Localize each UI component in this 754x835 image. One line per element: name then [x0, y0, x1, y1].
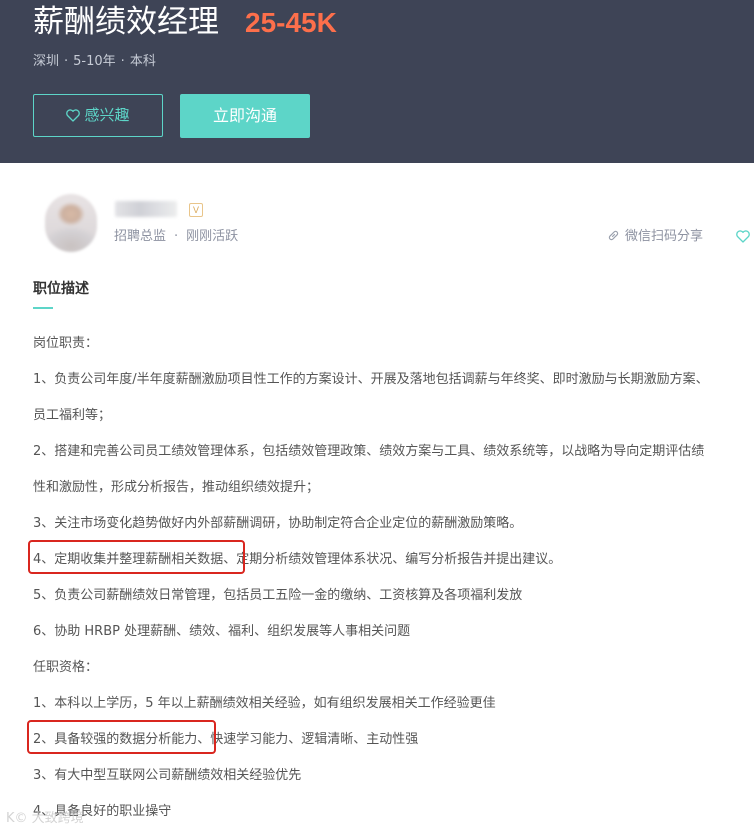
- description-line: 任职资格：: [33, 660, 99, 675]
- highlight-box-data-collection: [28, 540, 245, 574]
- watermark: K© 大致跨境: [6, 811, 84, 826]
- meta-dot: ·: [120, 54, 125, 69]
- share-label: 微信扫码分享: [625, 229, 704, 244]
- highlight-box-data-analysis: [27, 720, 216, 754]
- section-underline: [33, 307, 53, 309]
- avatar[interactable]: [45, 194, 97, 252]
- favorite-heart-icon[interactable]: [736, 230, 750, 243]
- job-experience: 5-10年: [73, 54, 116, 69]
- job-description: 岗位职责： 1、负责公司年度/半年度薪酬激励项目性工作的方案设计、开展及落地包括…: [33, 326, 754, 830]
- description-line: 2、搭建和完善公司员工绩效管理体系，包括绩效管理政策、绩效方案与工具、绩效系统等…: [33, 444, 705, 459]
- salary: 25-45K: [245, 7, 337, 38]
- recruiter-title: 招聘总监: [114, 229, 167, 244]
- description-line: 5、负责公司薪酬绩效日常管理，包括员工五险一金的缴纳、工资核算及各项福利发放: [33, 588, 523, 603]
- verified-badge: V: [189, 203, 203, 217]
- link-icon: [608, 230, 619, 241]
- description-line: 1、本科以上学历，5 年以上薪酬绩效相关经验，如有组织发展相关工作经验更佳: [33, 696, 496, 711]
- recruiter-status: 刚刚活跃: [186, 229, 239, 244]
- wechat-share-link[interactable]: 微信扫码分享: [607, 228, 703, 246]
- recruiter-info: 招聘总监 · 刚刚活跃: [114, 228, 238, 246]
- chat-button[interactable]: 立即沟通: [180, 94, 310, 138]
- interest-button-label: 感兴趣: [84, 106, 130, 124]
- description-line: 员工福利等；: [33, 408, 112, 423]
- description-line: 4、具备良好的职业操守: [33, 804, 172, 819]
- description-line: 性和激励性，形成分析报告，推动组织绩效提升；: [33, 480, 320, 495]
- recruiter-name-blurred: [115, 201, 177, 217]
- info-separator: ·: [174, 229, 179, 244]
- description-line: 3、关注市场变化趋势做好内外部薪酬调研，协助制定符合企业定位的薪酬激励策略。: [33, 516, 523, 531]
- job-location: 深圳: [33, 54, 60, 69]
- job-title: 薪酬绩效经理: [33, 4, 219, 40]
- description-line: 1、负责公司年度/半年度薪酬激励项目性工作的方案设计、开展及落地包括调薪与年终奖…: [33, 372, 709, 387]
- section-title: 职位描述: [33, 281, 89, 297]
- job-header: 薪酬绩效经理 25-45K 深圳 · 5-10年 · 本科 感兴趣 立即沟通: [0, 0, 754, 163]
- heart-icon: [66, 109, 81, 122]
- interest-button[interactable]: 感兴趣: [33, 94, 163, 137]
- description-line: 6、协助 HRBP 处理薪酬、绩效、福利、组织发展等人事相关问题: [33, 624, 411, 639]
- description-line: 岗位职责：: [33, 336, 99, 351]
- job-education: 本科: [129, 54, 156, 69]
- description-line: 3、有大中型互联网公司薪酬绩效相关经验优先: [33, 768, 302, 783]
- job-meta: 深圳 · 5-10年 · 本科: [33, 53, 156, 71]
- meta-dot: ·: [64, 54, 69, 69]
